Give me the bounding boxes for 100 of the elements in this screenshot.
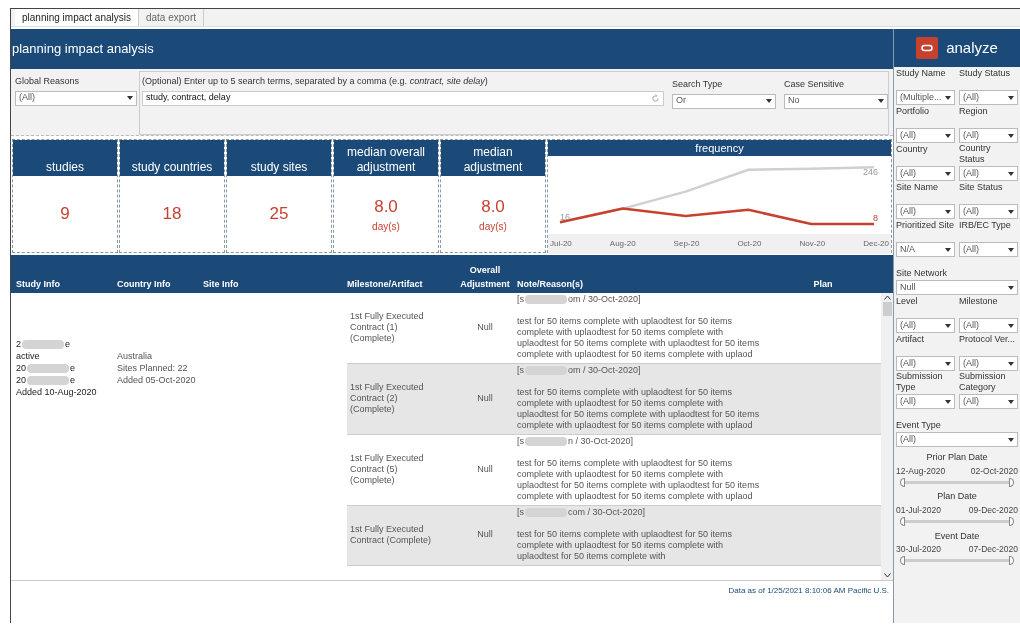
dropdown-caret-icon [766,99,772,103]
filter-label: Event Type [896,420,942,431]
filter-label: Country Status [959,143,992,165]
search-field[interactable]: study, contract, delay [142,90,664,106]
tab[interactable]: planning impact analysis [15,9,139,26]
note-author: [s n / 30-Oct-2020] [517,436,635,448]
dropdown[interactable]: (Multiple... [896,90,955,105]
slider-handle[interactable] [1009,556,1014,566]
dropdown[interactable]: (All) [896,356,955,371]
note-text: test for 50 items complete with uplaodtest for 50 items complete with uplaodtest for 50 items complete with uplaodtest for 50 items complete with [517,529,734,563]
data-label: 16 [560,212,570,223]
range-start: 12-Aug-2020 [896,464,946,478]
logo-icon [916,37,939,59]
scroll-down-icon[interactable] [883,573,891,578]
search-instructions: (Optional) Enter up to 5 search terms, separated by a comma (e.g. contract, site delay) [142,75,489,88]
note-author: [s om / 30-Oct-2020] [517,294,642,306]
dropdown-caret-icon [1008,437,1014,442]
dropdown[interactable]: (All) [959,356,1018,371]
country-info-line: Added 05-Oct-2020 [117,374,197,387]
dropdown-caret-icon [945,171,951,176]
kpi-unit: day(s) [372,220,400,235]
scroll-up-icon[interactable] [883,295,891,301]
column-header: Study Info [15,277,61,291]
note-text: test for 50 items complete with uplaodtest for 50 items complete with uplaodtest for 50 items complete with uplaodtest for 50 items complete with uplaodtest for 50 items complete with uplaodtest for 50 items complete with uplaod [517,316,761,361]
dropdown[interactable]: N/A [896,242,955,257]
dropdown[interactable]: No [784,93,888,109]
adjustment-cell-text: Null [476,528,494,542]
dropdown[interactable]: (All) [959,128,1018,143]
milestone-cell-text: 1st Fully Executed Contract (1) (Complete) [349,310,425,344]
slider-handle[interactable] [900,477,905,487]
dropdown[interactable]: (All) [959,204,1018,219]
dropdown[interactable]: (All) [896,394,955,409]
range-label: Plan Date [937,490,977,504]
scroll-thumb[interactable] [882,302,892,317]
logo-text: analyze [946,37,998,58]
milestone-cell-text: 1st Fully Executed Contract (2) (Complete) [349,381,425,415]
adjustment-cell-text: Null [476,391,494,405]
slider-handle[interactable] [1009,477,1014,487]
filter-label: Milestone [959,296,999,308]
study-info-line: 20 e [16,362,77,375]
filter-label: Artifact [896,334,925,346]
filter-label: Search Type [672,78,724,91]
filter-label: IRB/EC Type [959,220,1012,232]
range-end: 07-Dec-2020 [968,543,1018,556]
column-header: Site Info [203,277,240,291]
reset-icon[interactable] [651,93,660,103]
dropdown-caret-icon [1008,171,1014,176]
slider-handle[interactable] [900,517,905,526]
dropdown[interactable]: (All) [959,90,1018,105]
dropdown[interactable]: (All) [959,166,1018,181]
slider-handle[interactable] [1009,517,1014,526]
dropdown[interactable]: (All) [959,242,1018,257]
filter-label: Case Sensitive [784,78,846,91]
dropdown-caret-icon [945,323,951,328]
milestone-cell-text: 1st Fully Executed Contract (5) (Complete) [349,452,425,486]
chart-title: frequency [548,140,891,156]
dropdown[interactable]: Null [896,280,1018,295]
adjustment-cell-text: Null [476,320,494,334]
dropdown[interactable]: Or [672,93,776,109]
kpi-unit: day(s) [479,220,507,235]
dropdown-caret-icon [945,133,951,138]
dropdown-caret-icon [1008,133,1014,138]
filter-label: Level [896,296,919,308]
filter-label: Site Status [959,182,1004,194]
range-start: 01-Jul-2020 [896,503,941,517]
dropdown[interactable]: (All) [896,128,955,143]
note-text: test for 50 items complete with uplaodtest for 50 items complete with uplaodtest for 50 items complete with uplaodtest for 50 items complete with uplaodtest for 50 items complete with uplaodtest for 50 items complete with uplaod [517,458,761,503]
kpi-label: studies [13,140,117,176]
dropdown-caret-icon [1008,95,1014,100]
adjustment-cell-text: Null [476,462,494,476]
dropdown[interactable]: (All) [959,394,1018,409]
dropdown-caret-icon [1008,247,1014,252]
dropdown[interactable]: (All) [896,432,1018,447]
dropdown[interactable]: (All) [959,318,1018,333]
note-author: [s com / 30-Oct-2020] [517,507,647,519]
dropdown-caret-icon [1008,209,1014,214]
range-end: 02-Oct-2020 [970,464,1018,478]
kpi-value: 18 [162,203,182,226]
dropdown[interactable]: (All) [896,318,955,333]
dropdown-caret-icon [1008,399,1014,404]
dropdown-caret-icon [1008,361,1014,366]
filter-label: Submission Type [896,371,944,393]
dashboard-header: planning impact analysis [11,29,893,69]
axis-label: Jul-20 [550,238,572,250]
kpi-value: 9 [60,203,70,226]
column-header: Overall Adjustment [459,264,511,291]
range-label: Event Date [934,529,980,543]
range-end: 09-Dec-2020 [968,503,1018,517]
dropdown[interactable]: (All) [15,90,137,106]
slider-handle[interactable] [900,556,905,566]
data-label: 8 [873,213,878,224]
scrollbar[interactable] [881,293,893,580]
column-header: Country Info [117,277,172,291]
filter-label: Region [959,106,989,118]
filter-label: Study Name [896,68,947,80]
dropdown[interactable]: (All) [896,204,955,219]
column-header: Milestone/Artifact [347,277,424,291]
dropdown-caret-icon [878,99,884,103]
axis-label: Oct-20 [737,238,762,250]
dropdown[interactable]: (All) [896,166,955,181]
